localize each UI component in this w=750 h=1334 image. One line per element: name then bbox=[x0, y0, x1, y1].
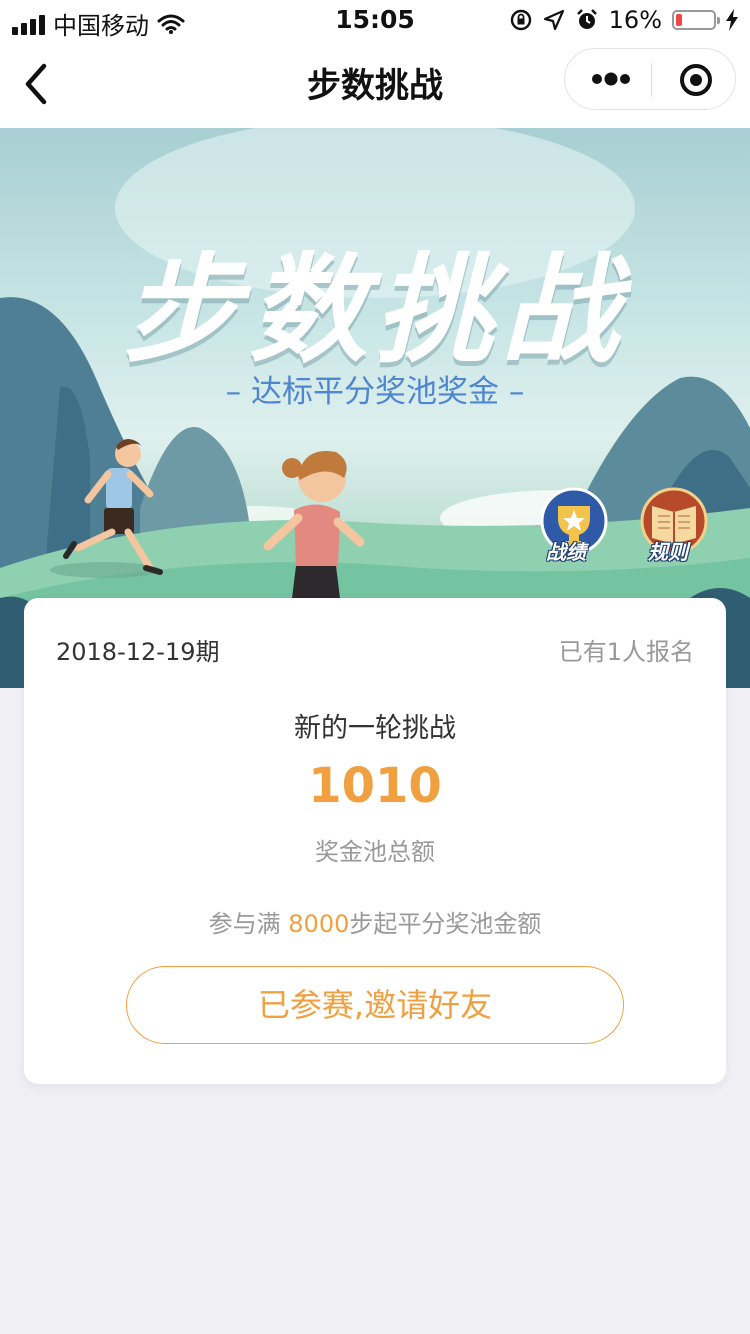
rule-prefix: 参与满 bbox=[208, 910, 289, 938]
charging-bolt-icon bbox=[726, 9, 738, 31]
mini-program-capsule bbox=[564, 48, 736, 110]
rotation-lock-icon bbox=[510, 9, 531, 31]
invite-friends-button[interactable]: 已参赛,邀请好友 bbox=[126, 966, 624, 1044]
round-title: 新的一轮挑战 bbox=[294, 713, 456, 744]
target-icon bbox=[680, 64, 712, 96]
rule-suffix: 步起平分奖池金额 bbox=[349, 910, 542, 938]
location-arrow-icon bbox=[543, 9, 564, 31]
capsule-divider bbox=[651, 63, 652, 97]
alarm-icon bbox=[576, 9, 597, 29]
rules-label: 规则 bbox=[648, 540, 688, 564]
challenge-card: 2018-12-19期 已有1人报名 新的一轮挑战 1010 奖金池总额 参与满… bbox=[24, 598, 726, 1084]
more-icon bbox=[592, 72, 630, 86]
close-mini-program-button[interactable] bbox=[679, 63, 713, 97]
prize-pool-amount: 1010 bbox=[308, 758, 442, 814]
battery-percent: 16% bbox=[608, 6, 662, 34]
enrolled-count: 已有1人报名 bbox=[558, 638, 694, 666]
more-button[interactable] bbox=[589, 67, 633, 91]
rule-steps: 8000 bbox=[288, 910, 350, 938]
battery-icon bbox=[672, 10, 720, 30]
rule-text: 参与满 8000步起平分奖池金额 bbox=[24, 904, 726, 939]
prize-pool-label: 奖金池总额 bbox=[315, 838, 435, 866]
banner-subtitle: – 达标平分奖池奖金 – bbox=[225, 374, 525, 410]
nav-bar: 步数挑战 bbox=[0, 40, 750, 128]
status-right: 16% bbox=[509, 6, 738, 34]
banner-title: 步数挑战 bbox=[122, 241, 627, 379]
status-bar: 中国移动 15:05 16% bbox=[0, 0, 750, 40]
record-label: 战绩 bbox=[546, 540, 586, 564]
period-label: 2018-12-19期 bbox=[56, 638, 220, 666]
